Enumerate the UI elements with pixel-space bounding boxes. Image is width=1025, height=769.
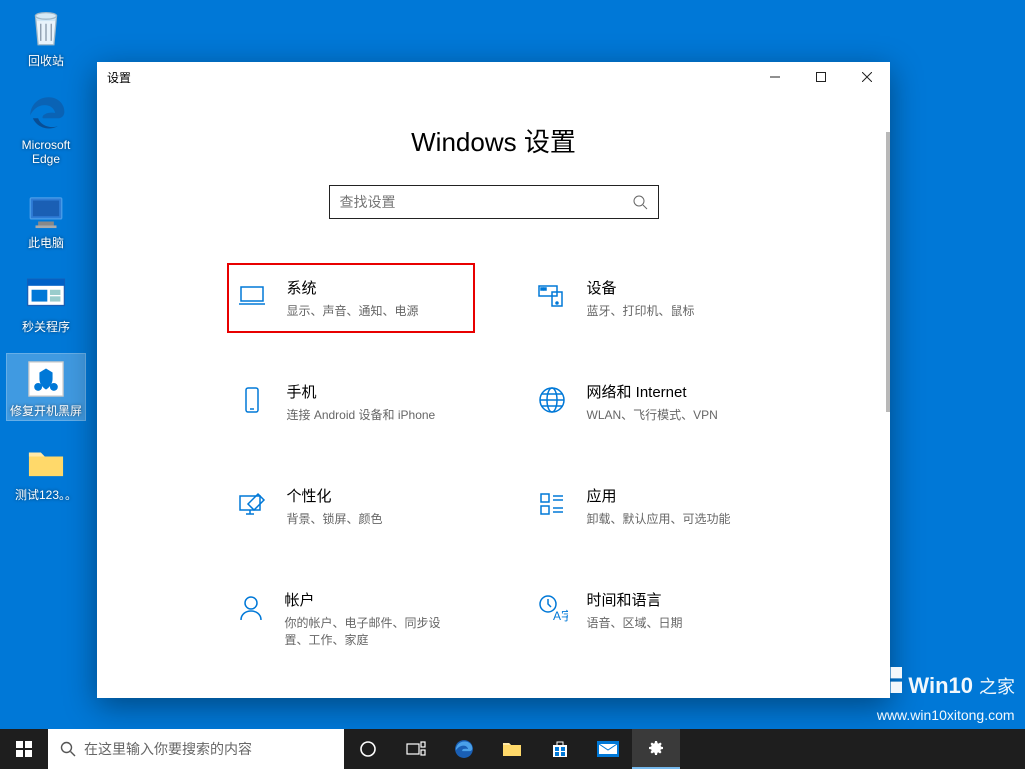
watermark: Win10 之家 www.win10xitong.com [876, 667, 1015, 723]
categories-grid: 系统 显示、声音、通知、电源 设备 蓝牙、打印机、鼠标 手机 连接 Androi… [229, 271, 759, 654]
phone-icon [235, 383, 269, 417]
desktop-icon-label: 测试123。。 [15, 488, 77, 502]
category-network[interactable]: 网络和 Internet WLAN、飞行模式、VPN [529, 375, 759, 429]
cortana-button[interactable] [344, 729, 392, 769]
category-desc: 你的帐户、电子邮件、同步设置、工作、家庭 [285, 614, 453, 648]
category-accounts[interactable]: 帐户 你的帐户、电子邮件、同步设置、工作、家庭 [229, 583, 459, 654]
category-system[interactable]: 系统 显示、声音、通知、电源 [227, 263, 475, 333]
laptop-icon [235, 279, 269, 313]
taskbar-file-explorer[interactable] [488, 729, 536, 769]
taskbar-search[interactable]: 在这里输入你要搜索的内容 [48, 729, 344, 769]
category-title: 网络和 Internet [587, 381, 718, 402]
desktop-icon-label: Microsoft Edge [8, 138, 84, 166]
search-icon [632, 194, 648, 210]
desktop-icon-this-pc[interactable]: 此电脑 [7, 186, 85, 252]
category-text: 网络和 Internet WLAN、飞行模式、VPN [587, 381, 718, 423]
desktop-icons-column: 回收站 Microsoft Edge 此电脑 秒关程序 修复开机黑屏 [6, 4, 86, 504]
window-controls [752, 62, 890, 92]
desktop-icon-folder[interactable]: 测试123。。 [7, 438, 85, 504]
category-desc: 语音、区域、日期 [587, 614, 683, 631]
category-text: 设备 蓝牙、打印机、鼠标 [587, 277, 695, 319]
category-title: 应用 [587, 485, 731, 506]
close-button[interactable] [844, 62, 890, 92]
shutdown-tool-icon [23, 272, 69, 318]
category-text: 帐户 你的帐户、电子邮件、同步设置、工作、家庭 [285, 589, 453, 648]
category-desc: 背景、锁屏、颜色 [287, 510, 383, 527]
desktop-icon-label: 此电脑 [28, 236, 64, 250]
taskbar-settings[interactable] [632, 729, 680, 769]
desktop-icon-shutdown-tool[interactable]: 秒关程序 [7, 270, 85, 336]
category-desc: 蓝牙、打印机、鼠标 [587, 302, 695, 319]
watermark-suffix: 之家 [979, 673, 1015, 699]
search-box[interactable] [329, 185, 659, 219]
category-title: 手机 [287, 381, 436, 402]
category-title: 个性化 [287, 485, 383, 506]
desktop-icon-label: 修复开机黑屏 [10, 404, 82, 418]
globe-icon [535, 383, 569, 417]
desktop-icon-label: 秒关程序 [22, 320, 70, 334]
page-title: Windows 设置 [411, 122, 576, 159]
taskbar-edge[interactable] [440, 729, 488, 769]
search-icon [60, 741, 76, 757]
this-pc-icon [23, 188, 69, 234]
category-time-language[interactable]: A字 时间和语言 语音、区域、日期 [529, 583, 759, 654]
category-desc: 连接 Android 设备和 iPhone [287, 406, 436, 423]
window-title: 设置 [107, 69, 131, 86]
category-title: 设备 [587, 277, 695, 298]
watermark-brand: Win10 [908, 673, 973, 699]
taskbar-items [344, 729, 680, 769]
category-text: 应用 卸载、默认应用、可选功能 [587, 485, 731, 527]
category-title: 系统 [287, 277, 419, 298]
scrollbar-thumb[interactable] [886, 132, 890, 412]
category-phone[interactable]: 手机 连接 Android 设备和 iPhone [229, 375, 459, 429]
personalize-icon [235, 487, 269, 521]
minimize-button[interactable] [752, 62, 798, 92]
settings-window: 设置 Windows 设置 系统 显示、声音、通知、电源 设备 [97, 62, 890, 698]
task-view-button[interactable] [392, 729, 440, 769]
account-icon [235, 591, 267, 625]
desktop-icon-label: 回收站 [28, 54, 64, 68]
apps-icon [535, 487, 569, 521]
category-desc: 卸载、默认应用、可选功能 [587, 510, 731, 527]
svg-text:A字: A字 [553, 608, 568, 623]
titlebar[interactable]: 设置 [97, 62, 890, 92]
folder-icon [23, 440, 69, 486]
start-button[interactable] [0, 729, 48, 769]
category-text: 个性化 背景、锁屏、颜色 [287, 485, 383, 527]
taskbar-mail[interactable] [584, 729, 632, 769]
taskbar-store[interactable] [536, 729, 584, 769]
category-apps[interactable]: 应用 卸载、默认应用、可选功能 [529, 479, 759, 533]
category-title: 时间和语言 [587, 589, 683, 610]
watermark-url: www.win10xitong.com [877, 707, 1015, 723]
maximize-button[interactable] [798, 62, 844, 92]
taskbar: 在这里输入你要搜索的内容 [0, 729, 1025, 769]
repair-tool-icon [23, 356, 69, 402]
desktop-icon-edge[interactable]: Microsoft Edge [7, 88, 85, 168]
edge-icon [23, 90, 69, 136]
desktop-icon-recycle-bin[interactable]: 回收站 [7, 4, 85, 70]
recycle-bin-icon [23, 6, 69, 52]
windows-logo-icon [876, 667, 902, 693]
scrollbar[interactable] [886, 132, 890, 698]
category-text: 手机 连接 Android 设备和 iPhone [287, 381, 436, 423]
category-desc: 显示、声音、通知、电源 [287, 302, 419, 319]
devices-icon [535, 279, 569, 313]
search-input[interactable] [340, 186, 632, 218]
desktop-icon-repair-tool[interactable]: 修复开机黑屏 [7, 354, 85, 420]
category-desc: WLAN、飞行模式、VPN [587, 406, 718, 423]
taskbar-search-placeholder: 在这里输入你要搜索的内容 [84, 739, 252, 759]
category-text: 时间和语言 语音、区域、日期 [587, 589, 683, 648]
category-text: 系统 显示、声音、通知、电源 [287, 277, 419, 319]
time-lang-icon: A字 [535, 591, 569, 625]
settings-content: Windows 设置 系统 显示、声音、通知、电源 设备 蓝牙、打印机、鼠标 [97, 92, 890, 698]
category-personalization[interactable]: 个性化 背景、锁屏、颜色 [229, 479, 459, 533]
category-title: 帐户 [285, 589, 453, 610]
category-devices[interactable]: 设备 蓝牙、打印机、鼠标 [529, 271, 759, 325]
